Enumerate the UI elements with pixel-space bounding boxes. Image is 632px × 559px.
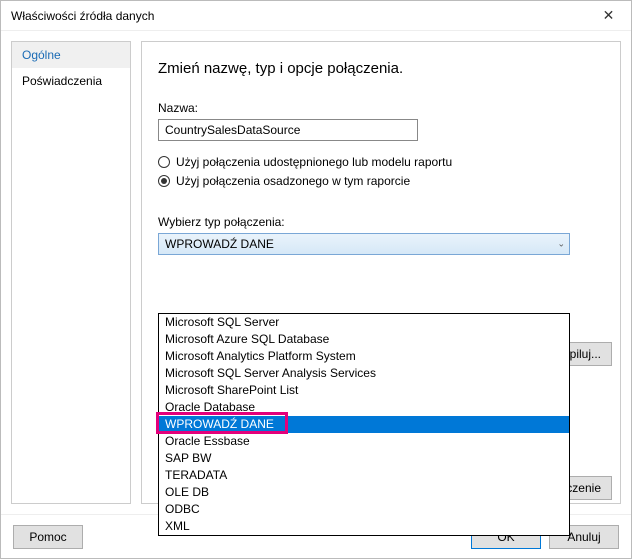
connection-type-label: Wybierz typ połączenia: [158, 215, 604, 229]
radio-label: Użyj połączenia udostępnionego lub model… [176, 155, 452, 169]
radio-icon [158, 156, 170, 168]
button-label: Pomoc [29, 530, 66, 544]
sidebar-item-general[interactable]: Ogólne [12, 42, 130, 68]
dropdown-item[interactable]: ODBC [159, 501, 569, 518]
radio-shared-connection[interactable]: Użyj połączenia udostępnionego lub model… [158, 155, 604, 169]
dropdown-item[interactable]: Microsoft SharePoint List [159, 382, 569, 399]
dropdown-item[interactable]: Microsoft SQL Server Analysis Services [159, 365, 569, 382]
button-label: Anuluj [567, 530, 600, 544]
dropdown-item[interactable]: Microsoft Analytics Platform System [159, 348, 569, 365]
dialog-window: Właściwości źródła danych ✕ Ogólne Poświ… [0, 0, 632, 559]
main-panel: Zmień nazwę, typ i opcje połączenia. Naz… [141, 41, 621, 504]
help-button[interactable]: Pomoc [13, 525, 83, 549]
close-button[interactable]: ✕ [586, 1, 631, 31]
dropdown-item[interactable]: TERADATA [159, 467, 569, 484]
dropdown-item[interactable]: WPROWADŹ DANE [159, 416, 569, 433]
radio-label: Użyj połączenia osadzonego w tym raporci… [176, 174, 410, 188]
chevron-down-icon: ⌄ [557, 239, 565, 250]
sidebar-item-label: Ogólne [22, 48, 61, 62]
dropdown-item[interactable]: XML [159, 518, 569, 535]
dropdown-item[interactable]: Microsoft SQL Server [159, 314, 569, 331]
name-label: Nazwa: [158, 101, 604, 115]
name-input[interactable] [158, 119, 418, 141]
dropdown-item[interactable]: Microsoft Azure SQL Database [159, 331, 569, 348]
dropdown-item[interactable]: Oracle Essbase [159, 433, 569, 450]
radio-icon [158, 175, 170, 187]
dialog-body: Ogólne Poświadczenia Zmień nazwę, typ i … [1, 31, 631, 514]
close-icon: ✕ [603, 7, 615, 24]
sidebar-item-credentials[interactable]: Poświadczenia [12, 68, 130, 94]
connection-type-combo[interactable]: WPROWADŹ DANE ⌄ [158, 233, 570, 255]
dropdown-item[interactable]: SAP BW [159, 450, 569, 467]
connection-type-dropdown[interactable]: Microsoft SQL ServerMicrosoft Azure SQL … [158, 313, 570, 536]
radio-embedded-connection[interactable]: Użyj połączenia osadzonego w tym raporci… [158, 174, 604, 188]
titlebar: Właściwości źródła danych ✕ [1, 1, 631, 31]
dropdown-item[interactable]: OLE DB [159, 484, 569, 501]
sidebar: Ogólne Poświadczenia [11, 41, 131, 504]
connection-mode-group: Użyj połączenia udostępnionego lub model… [158, 155, 604, 188]
dropdown-item[interactable]: Oracle Database [159, 399, 569, 416]
main-heading: Zmień nazwę, typ i opcje połączenia. [158, 60, 604, 77]
combo-value: WPROWADŹ DANE [165, 237, 274, 251]
sidebar-item-label: Poświadczenia [22, 74, 102, 88]
window-title: Właściwości źródła danych [11, 9, 154, 23]
